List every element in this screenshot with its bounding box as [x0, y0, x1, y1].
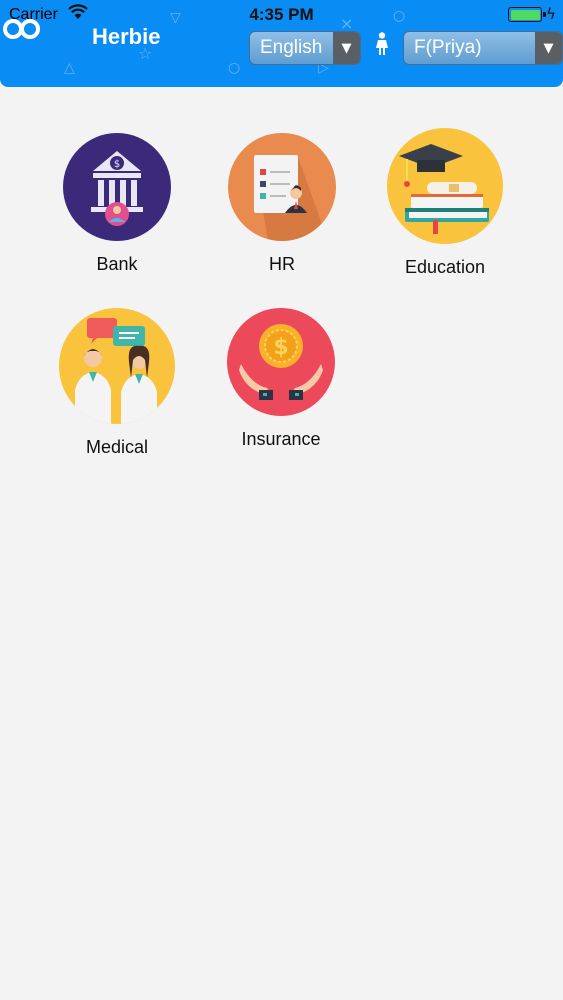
category-medical[interactable]: Medical [57, 308, 177, 458]
battery-icon [508, 7, 546, 22]
category-education[interactable]: Education [385, 128, 505, 278]
user-select-value: F(Priya) [414, 37, 482, 58]
circle-decoration-icon: ○ [228, 60, 241, 76]
bank-icon[interactable]: $ [63, 133, 171, 241]
app-title: Herbie [92, 24, 161, 49]
category-label: Insurance [241, 429, 321, 449]
user-select[interactable]: F(Priya) ▼ [403, 31, 563, 65]
language-select-value: English [260, 37, 323, 58]
category-label: HR [269, 254, 295, 274]
svg-text:$: $ [114, 159, 120, 170]
category-label: Bank [96, 254, 138, 274]
clock-time: 4:35 PM [249, 5, 314, 24]
dropdown-arrow-icon[interactable]: ▼ [535, 32, 562, 64]
category-label: Education [404, 257, 486, 277]
category-label: Medical [85, 437, 149, 457]
medical-icon[interactable] [59, 308, 175, 424]
language-select[interactable]: English ▼ [249, 31, 361, 65]
triangle-decoration-icon: △ [64, 60, 75, 76]
category-hr[interactable]: HR [222, 133, 342, 275]
charging-icon: ϟ [546, 5, 556, 23]
status-bar: Carrier 4:35 PM ϟ [0, 0, 563, 28]
app-logo-icon [3, 19, 40, 39]
category-insurance[interactable]: $ Insurance [221, 308, 341, 450]
dropdown-arrow-icon[interactable]: ▼ [333, 32, 360, 64]
svg-text:$: $ [273, 335, 288, 360]
app-header: ▽ ☆ △ ○ ▷ × ○ Carrier 4:35 PM ϟ Herbie E… [0, 0, 563, 87]
category-bank[interactable]: $ Bank [57, 133, 177, 275]
hr-icon[interactable] [228, 133, 336, 241]
female-user-icon [376, 32, 388, 55]
insurance-icon[interactable]: $ [227, 308, 335, 416]
education-icon[interactable] [387, 128, 503, 244]
